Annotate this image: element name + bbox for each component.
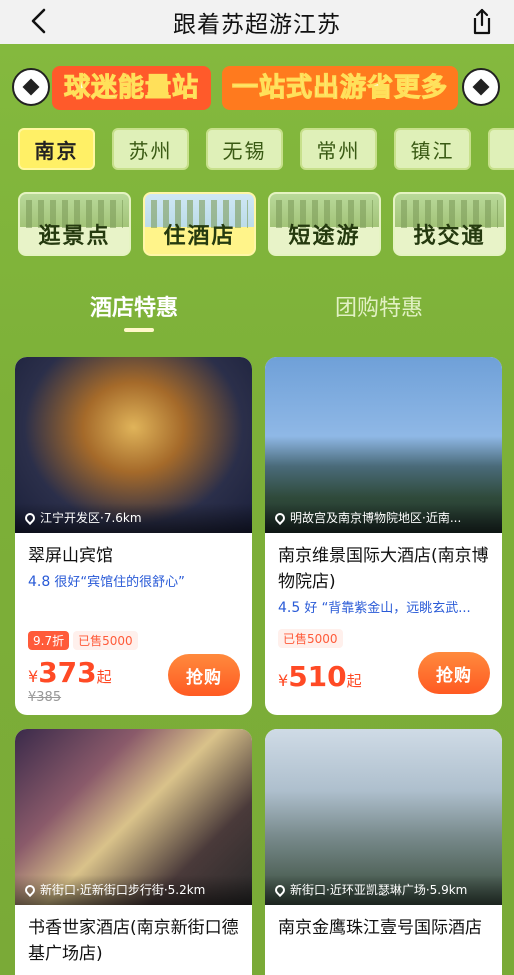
hotel-photo: 明故宫及南京博物院地区·近南...	[265, 357, 502, 533]
hotel-card[interactable]: 新街口·近环亚凯瑟琳广场·5.9km 南京金鹰珠江壹号国际酒店	[265, 729, 502, 975]
sold-badge: 已售5000	[73, 630, 138, 650]
deal-tabs: 酒店特惠 团购特惠	[0, 290, 514, 332]
rating-word: 好	[304, 601, 318, 616]
hotel-name: 南京维景国际大酒店(南京博物院店)	[278, 546, 489, 592]
hotel-photo: 江宁开发区·7.6km	[15, 357, 252, 533]
tab-hotel-deals[interactable]: 酒店特惠	[90, 290, 178, 322]
rating-score: 4.8	[28, 574, 51, 590]
city-tab-zhenjiang[interactable]: 镇江	[394, 128, 471, 170]
hotel-location: 江宁开发区·7.6km	[15, 503, 252, 533]
price-suffix: 起	[96, 668, 112, 686]
original-price: ¥385	[28, 690, 62, 705]
tab-group-deals[interactable]: 团购特惠	[335, 290, 423, 322]
banner-left-text: 球迷能量站	[52, 66, 212, 110]
category-tabs: 逛景点 住酒店 短途游 找交通	[18, 192, 514, 258]
banner-right-text: 一站式出游省更多	[222, 66, 459, 110]
hotel-card[interactable]: 明故宫及南京博物院地区·近南... 南京维景国际大酒店(南京博物院店) 4.5 …	[265, 357, 502, 715]
category-short-trips[interactable]: 短途游	[268, 192, 381, 256]
hotel-photo: 新街口·近环亚凯瑟琳广场·5.9km	[265, 729, 502, 905]
hotel-location: 新街口·近环亚凯瑟琳广场·5.9km	[265, 875, 502, 905]
review-snippet: “背靠紫金山，远眺玄武...	[321, 601, 471, 616]
location-pin-icon	[272, 510, 288, 526]
city-tabs: 南京 苏州 无锡 常州 镇江 扬	[18, 128, 514, 172]
back-arrow-icon[interactable]	[24, 4, 54, 38]
category-label: 找交通	[413, 224, 486, 249]
share-icon[interactable]	[466, 6, 498, 38]
currency-symbol: ¥	[278, 671, 289, 690]
rating-word: 很好	[54, 575, 81, 590]
buy-button[interactable]: 抢购	[168, 654, 240, 696]
city-tab-suzhou[interactable]: 苏州	[112, 128, 189, 170]
football-icon	[462, 68, 500, 106]
hotel-name: 书香世家酒店(南京新街口德基广场店)	[28, 918, 239, 964]
hotel-name: 南京金鹰珠江壹号国际酒店	[278, 918, 482, 938]
price: ¥510起	[278, 660, 362, 693]
hotel-rating: 4.8 很好“宾馆住的很舒心”	[28, 571, 240, 590]
rating-score: 4.5	[278, 600, 301, 616]
hotel-photo: 新街口·近新街口步行街·5.2km	[15, 729, 252, 905]
page-title: 跟着苏超游江苏	[173, 12, 341, 38]
location-pin-icon	[22, 510, 38, 526]
city-tab-yangzhou[interactable]: 扬	[488, 128, 514, 170]
city-tab-nanjing[interactable]: 南京	[18, 128, 95, 170]
discount-badge: 9.7折	[28, 630, 70, 650]
nav-bar: 跟着苏超游江苏	[0, 0, 514, 44]
active-tab-indicator	[124, 328, 154, 332]
category-label: 短途游	[288, 224, 361, 249]
location-text: 新街口·近环亚凯瑟琳广场·5.9km	[290, 883, 468, 897]
location-text: 新街口·近新街口步行街·5.2km	[40, 883, 206, 897]
buy-button[interactable]: 抢购	[418, 652, 490, 694]
promo-banner[interactable]: 球迷能量站 一站式出游省更多	[12, 64, 502, 114]
location-text: 明故宫及南京博物院地区·近南...	[290, 511, 462, 525]
category-label: 住酒店	[163, 224, 236, 249]
hotel-name: 翠屏山宾馆	[28, 546, 113, 566]
location-pin-icon	[22, 882, 38, 898]
review-snippet: “宾馆住的很舒心”	[80, 575, 185, 590]
price-value: 373	[38, 656, 97, 689]
price: ¥373起	[28, 656, 112, 689]
location-pin-icon	[272, 882, 288, 898]
city-tab-changzhou[interactable]: 常州	[300, 128, 377, 170]
category-hotels[interactable]: 住酒店	[143, 192, 256, 256]
location-text: 江宁开发区·7.6km	[40, 511, 142, 525]
currency-symbol: ¥	[28, 667, 39, 686]
hotel-rating: 4.5 好 “背靠紫金山，远眺玄武...	[278, 597, 490, 616]
price-suffix: 起	[346, 672, 362, 690]
city-tab-wuxi[interactable]: 无锡	[206, 128, 283, 170]
price-value: 510	[288, 660, 347, 693]
hotel-card[interactable]: 江宁开发区·7.6km 翠屏山宾馆 4.8 很好“宾馆住的很舒心” 9.7折 已…	[15, 357, 252, 715]
category-label: 逛景点	[38, 224, 111, 249]
football-icon	[12, 68, 50, 106]
category-transport[interactable]: 找交通	[393, 192, 506, 256]
hotel-location: 明故宫及南京博物院地区·近南...	[265, 503, 502, 533]
main-content: 球迷能量站 一站式出游省更多 南京 苏州 无锡 常州 镇江 扬 逛景点 住酒店 …	[0, 44, 514, 975]
hotel-location: 新街口·近新街口步行街·5.2km	[15, 875, 252, 905]
sold-badge: 已售5000	[278, 628, 343, 648]
hotel-card[interactable]: 新街口·近新街口步行街·5.2km 书香世家酒店(南京新街口德基广场店)	[15, 729, 252, 975]
category-attractions[interactable]: 逛景点	[18, 192, 131, 256]
